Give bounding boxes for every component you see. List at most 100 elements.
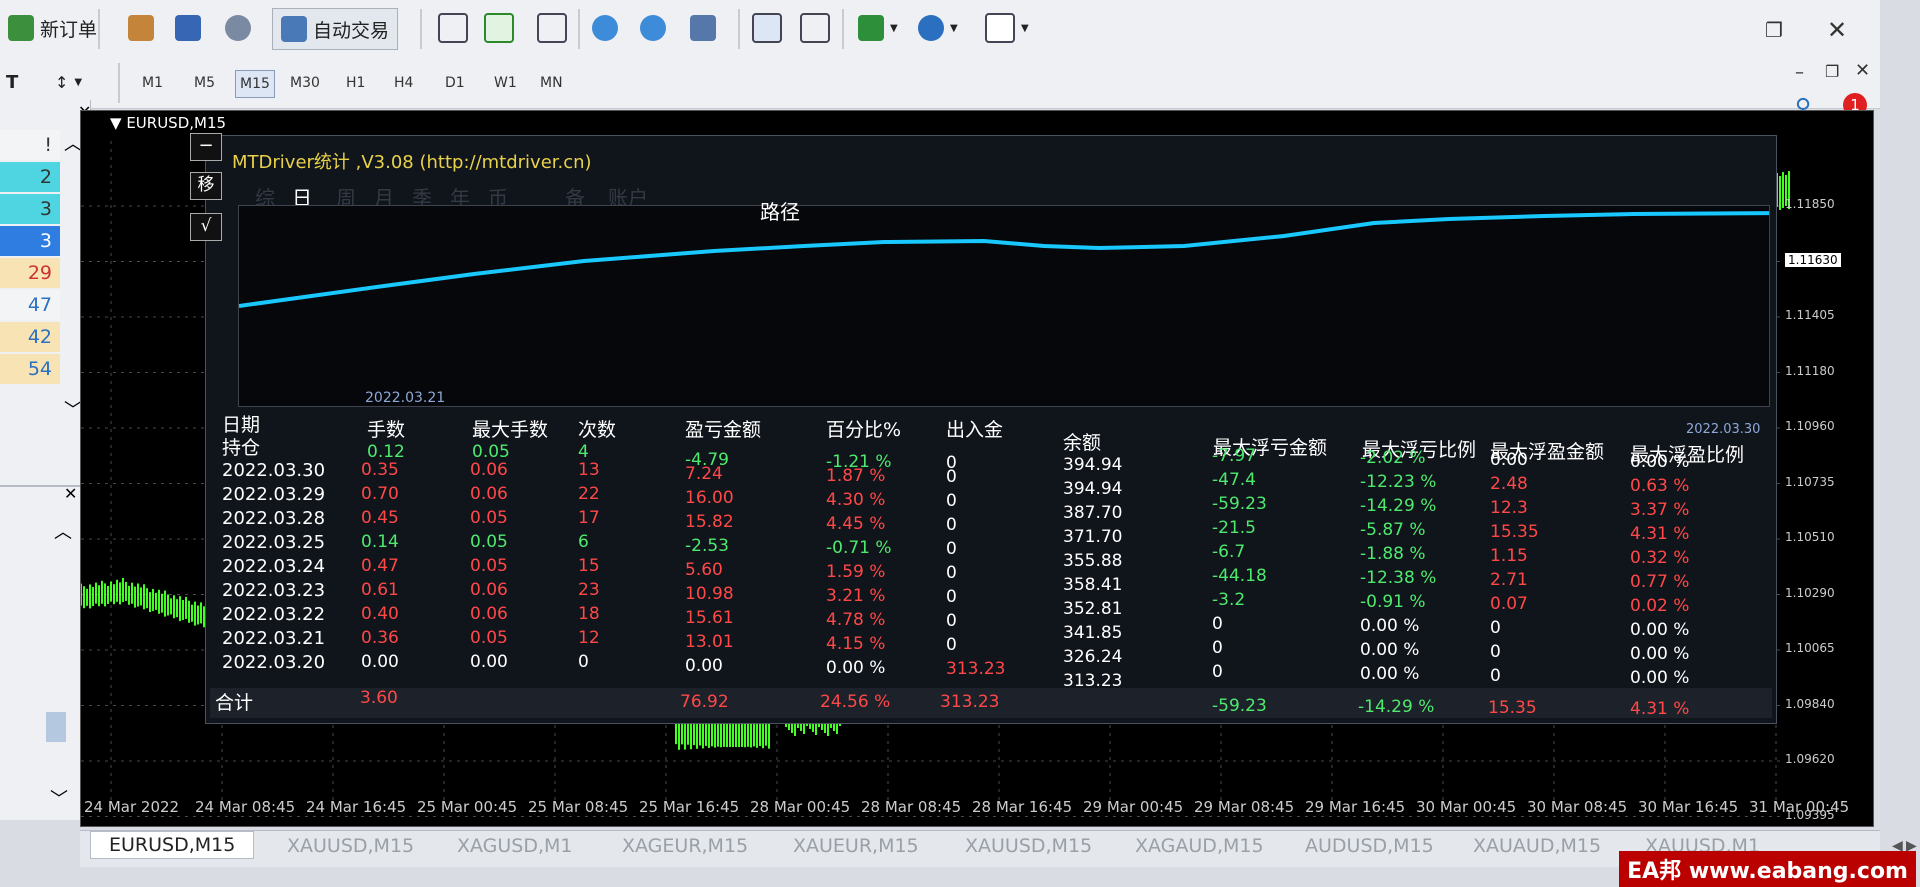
table-cell-lots: 0.14 bbox=[361, 532, 399, 552]
list-item[interactable]: 54 bbox=[0, 354, 60, 384]
tf-mn[interactable]: MN bbox=[536, 70, 567, 96]
symbol-tab[interactable]: XAUAUD,M15 bbox=[1473, 835, 1601, 857]
chart-title: ▼ EURUSD,M15 bbox=[110, 114, 227, 132]
symbol-tab[interactable]: XAUUSD,M15 bbox=[287, 835, 414, 857]
symbol-tab[interactable]: XAGUSD,M1 bbox=[457, 835, 573, 857]
confirm-button[interactable]: √ bbox=[190, 213, 222, 241]
table-cell-max-lots: 0.05 bbox=[470, 532, 508, 552]
table-cell-lots: 0.45 bbox=[361, 508, 399, 528]
tf-m30[interactable]: M30 bbox=[286, 70, 324, 96]
table-cell-percent: 4.78 % bbox=[826, 610, 886, 630]
templates-button[interactable]: ▼ bbox=[985, 8, 1029, 48]
table-cell-lots: 0.36 bbox=[361, 628, 399, 648]
tile-windows-button[interactable] bbox=[690, 8, 716, 48]
table-cell-balance: 387.70 bbox=[1063, 503, 1123, 523]
tf-w1[interactable]: W1 bbox=[490, 70, 521, 96]
table-cell-deposit: 0 bbox=[946, 539, 957, 559]
symbol-tab[interactable]: XAGEUR,M15 bbox=[622, 835, 748, 857]
symbol-tab[interactable]: EURUSD,M15 bbox=[90, 831, 255, 859]
zoom-out-button[interactable] bbox=[640, 8, 666, 48]
tf-h1[interactable]: H1 bbox=[342, 70, 369, 96]
close-panel-icon[interactable]: ✕ bbox=[64, 484, 77, 503]
symbol-tab[interactable]: AUDUSD,M15 bbox=[1305, 835, 1434, 857]
new-order-button[interactable]: 新订单 bbox=[8, 8, 97, 48]
time-label: 29 Mar 00:45 bbox=[1083, 798, 1184, 816]
bar-chart-button[interactable] bbox=[438, 8, 468, 48]
periods-button[interactable]: ▼ bbox=[918, 8, 958, 48]
scrollbar-thumb[interactable] bbox=[46, 712, 66, 742]
total-percent: 24.56 % bbox=[820, 692, 891, 712]
navigator-button[interactable] bbox=[175, 8, 201, 48]
arrows-tool-button[interactable]: ↕ ▼ bbox=[55, 62, 82, 102]
table-cell-mfp: 15.35 bbox=[1490, 522, 1539, 542]
close-window-button[interactable]: ✕ bbox=[1827, 16, 1847, 44]
col-header-deposit: 出入金 bbox=[946, 419, 1004, 441]
scroll-up-icon[interactable]: ︿ bbox=[54, 518, 72, 544]
price-label: 1.11405 bbox=[1785, 308, 1835, 322]
tf-m15[interactable]: M15 bbox=[235, 70, 275, 98]
table-cell-percent: 0.00 % bbox=[826, 658, 886, 678]
price-label: 1.11630 bbox=[1785, 252, 1841, 267]
symbol-tab[interactable]: XAGAUD,M15 bbox=[1135, 835, 1264, 857]
price-label: 1.10735 bbox=[1785, 474, 1835, 489]
navigator-icon bbox=[175, 15, 201, 41]
candle-chart-button[interactable] bbox=[484, 8, 514, 48]
holding-count: 4 bbox=[578, 442, 589, 462]
list-item[interactable]: 29 bbox=[0, 258, 60, 288]
table-cell-balance: 358.41 bbox=[1063, 575, 1123, 595]
table-cell-max-lots: 0.06 bbox=[470, 580, 508, 600]
time-label: 25 Mar 08:45 bbox=[528, 798, 629, 816]
list-item[interactable]: 3 bbox=[0, 194, 60, 224]
tf-h4[interactable]: H4 bbox=[390, 70, 417, 96]
text-tool-button[interactable]: T bbox=[6, 62, 18, 102]
line-chart-button[interactable] bbox=[537, 8, 567, 48]
table-cell-mflr: 0.00 % bbox=[1360, 616, 1420, 636]
auto-scroll-button[interactable] bbox=[752, 8, 782, 48]
list-item[interactable]: ! bbox=[0, 130, 60, 160]
auto-trade-label: 自动交易 bbox=[313, 19, 390, 42]
price-label: 1.11180 bbox=[1785, 363, 1835, 378]
restore-window-button[interactable]: ❐ bbox=[1765, 18, 1783, 42]
table-cell-deposit: 0 bbox=[946, 587, 957, 607]
equity-path-svg bbox=[239, 211, 1769, 308]
templates-icon bbox=[985, 13, 1015, 43]
list-item[interactable]: 42 bbox=[0, 322, 60, 352]
dropdown-arrow-icon: ▼ bbox=[1021, 22, 1029, 34]
table-cell-mfp: 0.00 bbox=[1490, 450, 1528, 470]
scroll-down-icon[interactable]: ﹀ bbox=[50, 785, 68, 811]
tf-d1[interactable]: D1 bbox=[441, 70, 469, 96]
table-cell-balance: 355.88 bbox=[1063, 551, 1123, 571]
signals-button[interactable] bbox=[225, 8, 251, 48]
indicators-button[interactable]: ▼ bbox=[858, 8, 898, 48]
symbol-tab[interactable]: XAUUSD,M15 bbox=[965, 835, 1092, 857]
auto-trade-button[interactable]: 自动交易 bbox=[272, 8, 399, 50]
restore-child-button[interactable]: ❐ bbox=[1825, 62, 1839, 81]
table-cell-date: 2022.03.24 bbox=[222, 556, 326, 577]
chart-shift-button[interactable] bbox=[800, 8, 830, 48]
close-child-button[interactable]: ✕ bbox=[1855, 60, 1870, 81]
symbol-tab[interactable]: XAUEUR,M15 bbox=[793, 835, 919, 857]
zoom-in-button[interactable] bbox=[592, 8, 618, 48]
tf-m5[interactable]: M5 bbox=[190, 70, 219, 96]
col-header-percent: 百分比% bbox=[826, 419, 902, 441]
table-cell-mfl: -47.4 bbox=[1212, 470, 1256, 490]
table-cell-date: 2022.03.23 bbox=[222, 580, 326, 601]
table-cell-pnl: 15.82 bbox=[685, 512, 734, 532]
table-cell-balance: 371.70 bbox=[1063, 527, 1123, 547]
table-cell-max-lots: 0.06 bbox=[470, 460, 508, 480]
minimize-panel-button[interactable]: − bbox=[190, 133, 222, 161]
list-item[interactable]: 2 bbox=[0, 162, 60, 192]
table-cell-mfpr: 0.00 % bbox=[1630, 452, 1690, 472]
market-watch-icon bbox=[128, 15, 154, 41]
table-cell-lots: 0.00 bbox=[361, 652, 399, 672]
table-cell-mfp: 0.07 bbox=[1490, 594, 1528, 614]
list-item[interactable]: 3 bbox=[0, 226, 60, 256]
zoom-in-icon bbox=[592, 15, 618, 41]
move-panel-button[interactable]: 移 bbox=[190, 172, 222, 200]
time-label: 30 Mar 08:45 bbox=[1527, 798, 1628, 816]
market-watch-button[interactable] bbox=[128, 8, 154, 48]
table-cell-mfl: 0 bbox=[1212, 662, 1223, 682]
tf-m1[interactable]: M1 bbox=[138, 70, 167, 96]
list-item[interactable]: 47 bbox=[0, 290, 60, 320]
minimize-child-button[interactable]: – bbox=[1795, 62, 1804, 83]
